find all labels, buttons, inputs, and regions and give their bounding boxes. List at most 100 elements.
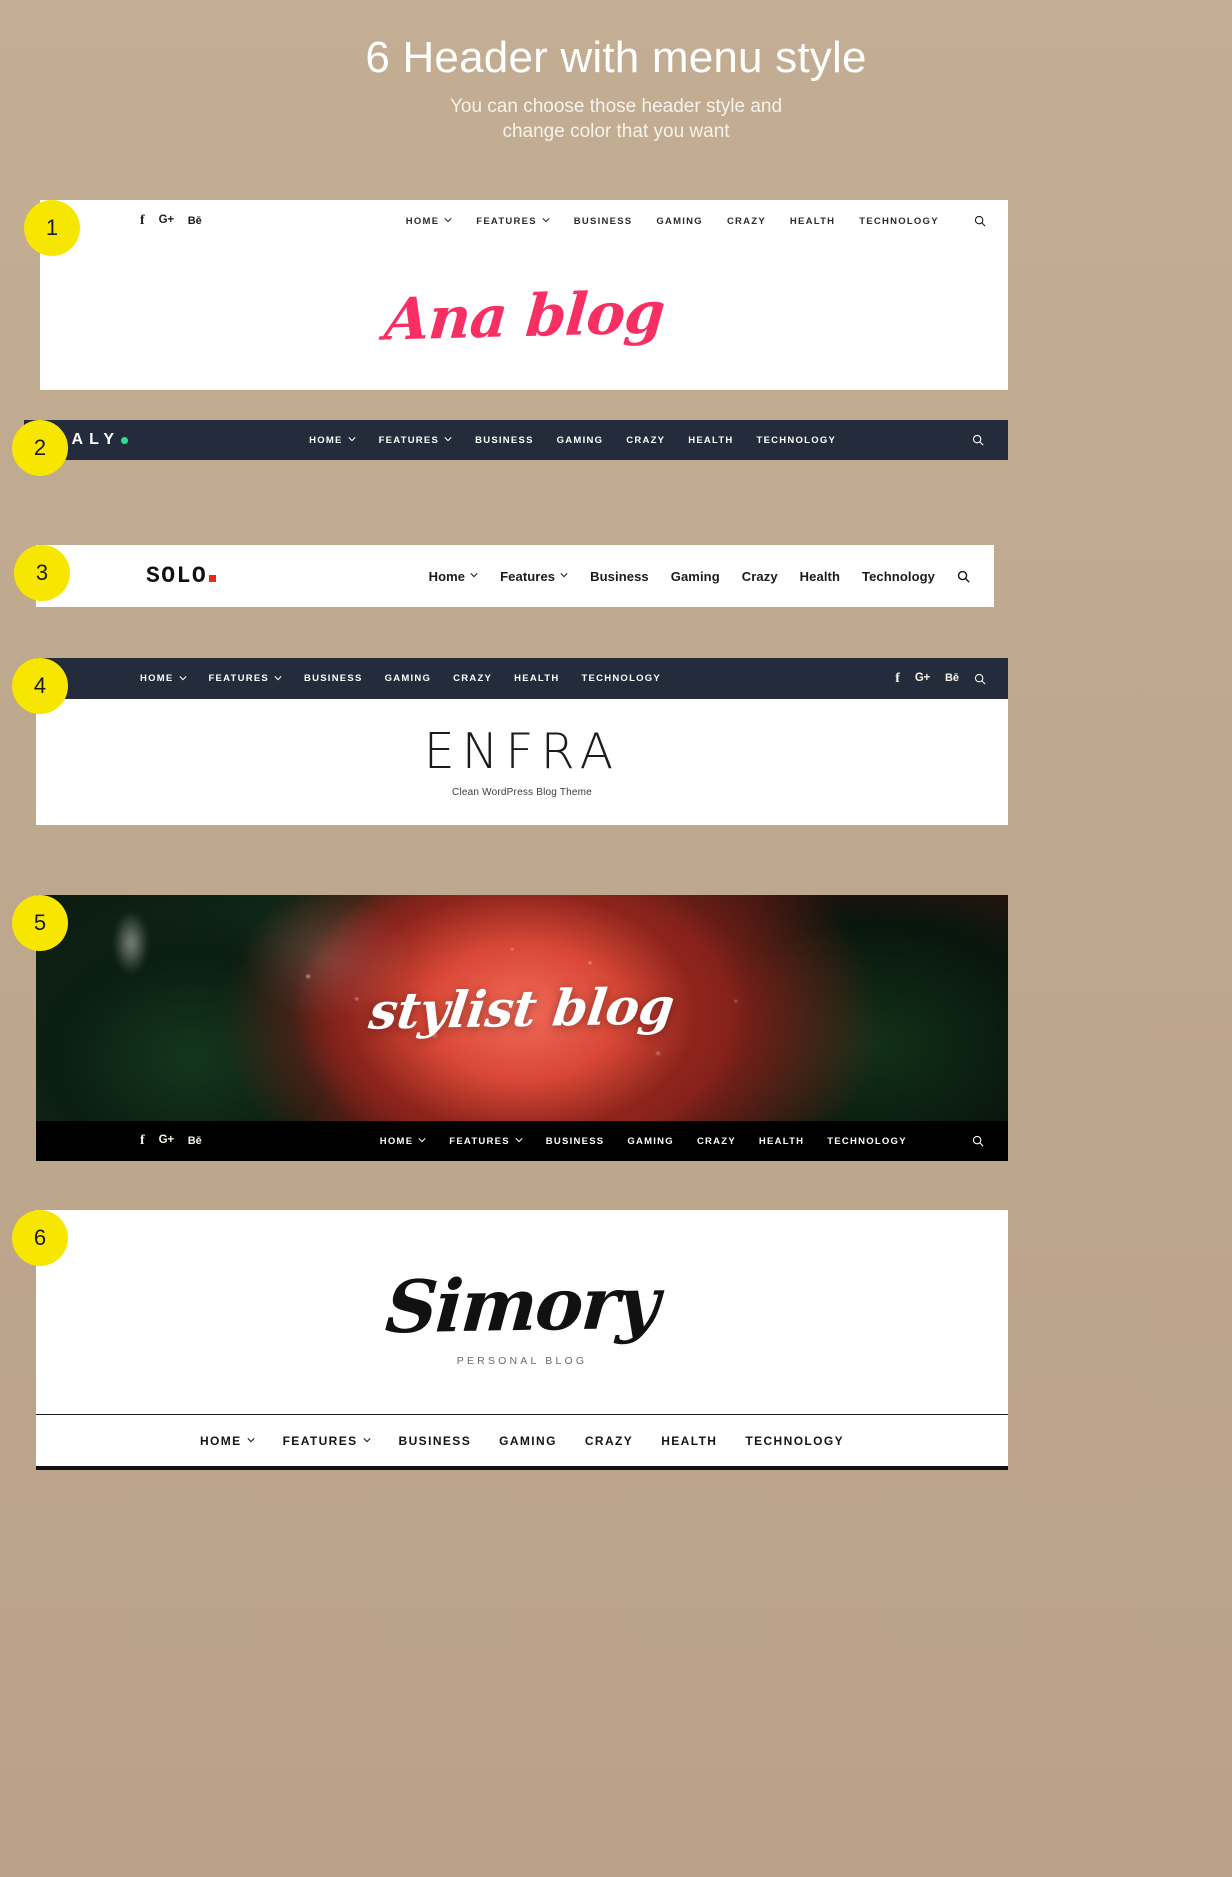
nav-item-home[interactable]: HOME [380,1136,427,1147]
nav-label: FEATURES [378,434,440,446]
nav-item-features[interactable]: FEATURES [449,1136,523,1147]
nav-label: HOME [140,673,174,684]
search-icon[interactable] [974,215,986,227]
chevron-down-icon [274,674,282,682]
nav-item-home[interactable]: HOME [200,1434,255,1448]
nav-item-business[interactable]: BUSINESS [399,1434,472,1448]
header-style-3: 3 SOLO Home Features Business Gaming Cra… [14,545,994,607]
header-6-logo-area: Simory PERSONAL BLOG [36,1210,1008,1414]
nav-item-gaming[interactable]: GAMING [627,1136,674,1147]
badge-number-6: 6 [12,1210,68,1266]
nav-item-technology[interactable]: TECHNOLOGY [745,1434,844,1448]
nav-item-features[interactable]: FEATURES [209,673,283,684]
search-icon[interactable] [974,673,986,685]
rose-background-image: stylist blog [36,895,1008,1121]
simory-logo[interactable]: Simory [383,1260,661,1350]
chevron-down-icon [362,1436,371,1444]
nav-item-crazy[interactable]: CRAZY [727,216,766,227]
simory-tagline: PERSONAL BLOG [456,1355,588,1367]
behance-icon[interactable]: Bē [945,673,959,684]
google-plus-icon[interactable]: G+ [159,215,174,227]
header-4-topbar: HOME FEATURES BUSINESS GAMING CRAZY HEAL… [36,658,1008,699]
nav-item-technology[interactable]: TECHNOLOGY [827,1136,907,1147]
header-3-nav: Home Features Business Gaming Crazy Heal… [429,569,935,584]
behance-icon[interactable]: Bē [188,1135,202,1147]
nav-item-business[interactable]: Business [590,569,649,584]
search-icon[interactable] [972,1135,984,1147]
nav-item-features[interactable]: FEATURES [476,216,550,227]
header-style-2: 2 DALY HOME FEATURES BUSINESS GAMING CRA… [12,420,1008,476]
nav-label: FEATURES [476,215,537,227]
nav-item-business[interactable]: BUSINESS [574,216,633,227]
nav-label: HOME [309,434,343,446]
nav-item-crazy[interactable]: CRAZY [585,1434,633,1448]
nav-label: FEATURES [282,1433,358,1448]
nav-item-features[interactable]: FEATURES [283,1434,371,1448]
chevron-down-icon [470,571,478,579]
nav-item-home[interactable]: HOME [309,435,356,446]
google-plus-icon[interactable]: G+ [915,672,930,685]
nav-label: HOME [379,1135,414,1147]
enfra-logo[interactable]: ENFRA [424,727,620,776]
search-icon[interactable] [972,434,984,446]
nav-item-gaming[interactable]: GAMING [557,435,604,446]
facebook-icon[interactable]: f [895,671,900,686]
nav-item-home[interactable]: HOME [406,216,453,227]
nav-item-health[interactable]: Health [800,569,840,584]
search-icon[interactable] [957,570,970,583]
nav-item-health[interactable]: HEALTH [759,1136,804,1147]
facebook-icon[interactable]: f [140,214,145,228]
nav-item-crazy[interactable]: CRAZY [626,435,665,446]
daly-logo-dot [121,437,129,444]
nav-item-features[interactable]: Features [500,569,568,584]
nav-item-home[interactable]: Home [429,569,479,584]
nav-item-health[interactable]: HEALTH [790,216,835,227]
nav-item-health[interactable]: HEALTH [688,435,733,446]
chevron-down-icon [178,674,187,682]
header-4-container: HOME FEATURES BUSINESS GAMING CRAZY HEAL… [36,658,1008,825]
nav-item-crazy[interactable]: Crazy [742,569,778,584]
badge-number-5: 5 [12,895,68,951]
nav-label: Home [428,568,466,584]
header-4-socials: f G+ Bē [895,671,986,686]
header-1-topbar: f G+ Bē HOME FEATURES BUSINESS GAMING CR… [40,200,1008,242]
nav-item-home[interactable]: HOME [140,673,187,684]
nav-item-business[interactable]: BUSINESS [475,435,534,446]
google-plus-icon[interactable]: G+ [159,1135,174,1147]
nav-label: HOME [199,1433,242,1448]
header-3-container: SOLO Home Features Business Gaming Crazy… [36,545,994,607]
facebook-icon[interactable]: f [140,1134,145,1148]
nav-item-features[interactable]: FEATURES [379,435,453,446]
stylist-blog-logo[interactable]: stylist blog [366,976,677,1040]
nav-item-gaming[interactable]: GAMING [656,216,703,227]
header-1-nav: HOME FEATURES BUSINESS GAMING CRAZY HEAL… [406,216,939,227]
nav-item-technology[interactable]: TECHNOLOGY [859,216,939,227]
nav-item-gaming[interactable]: Gaming [671,569,720,584]
ana-blog-logo[interactable]: Ana blog [382,278,667,353]
solo-logo-dot [209,575,217,582]
nav-item-health[interactable]: HEALTH [514,673,559,684]
header-6-container: Simory PERSONAL BLOG HOME FEATURES BUSIN… [36,1210,1008,1470]
chevron-down-icon [348,435,356,443]
header-2-nav: HOME FEATURES BUSINESS GAMING CRAZY HEAL… [309,435,836,446]
nav-item-gaming[interactable]: GAMING [499,1434,557,1448]
header-style-5: 5 stylist blog f G+ Bē HOME FEATURES BUS… [12,895,1008,1161]
solo-logo[interactable]: SOLO [146,563,217,589]
nav-item-business[interactable]: BUSINESS [304,673,363,684]
header-4-nav: HOME FEATURES BUSINESS GAMING CRAZY HEAL… [140,673,661,684]
header-5-bottombar: f G+ Bē HOME FEATURES BUSINESS GAMING CR… [36,1121,1008,1161]
nav-item-technology[interactable]: TECHNOLOGY [757,435,837,446]
page-header: 6 Header with menu style You can choose … [0,0,1232,145]
behance-icon[interactable]: Bē [188,215,202,227]
nav-item-technology[interactable]: TECHNOLOGY [581,673,661,684]
page-subtitle-line1: You can choose those header style and [449,96,783,118]
nav-item-gaming[interactable]: GAMING [385,673,432,684]
header-style-4: 4 HOME FEATURES BUSINESS GAMING CRAZY HE… [12,658,1008,825]
nav-item-crazy[interactable]: CRAZY [453,673,492,684]
nav-item-technology[interactable]: Technology [862,569,935,584]
nav-item-crazy[interactable]: CRAZY [697,1136,736,1147]
header-5-nav: HOME FEATURES BUSINESS GAMING CRAZY HEAL… [380,1136,907,1147]
nav-item-health[interactable]: HEALTH [661,1434,717,1448]
header-4-logo-area: ENFRA Clean WordPress Blog Theme [36,699,1008,825]
nav-item-business[interactable]: BUSINESS [546,1136,605,1147]
